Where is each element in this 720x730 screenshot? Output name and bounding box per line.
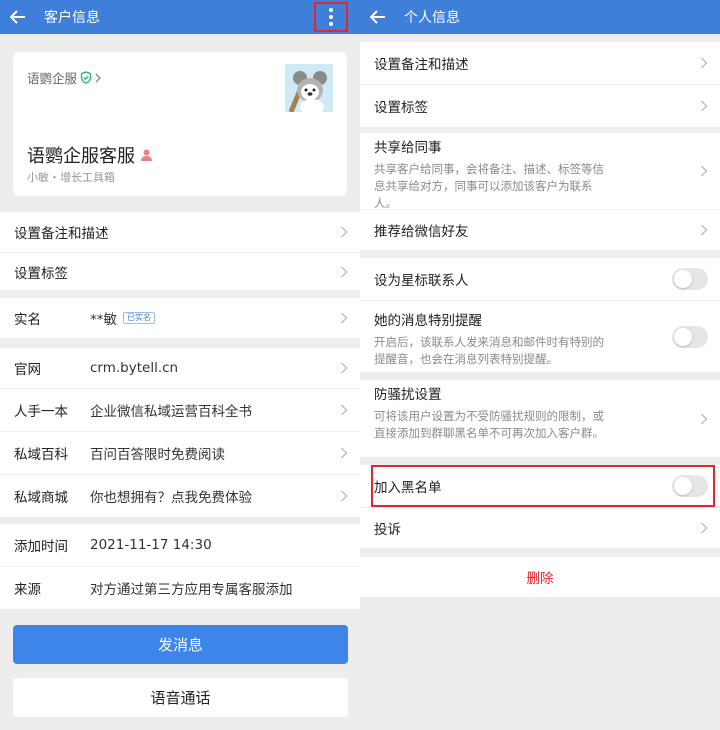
koala-avatar-icon xyxy=(285,64,333,112)
source-key: 来源 xyxy=(14,582,41,598)
realname-item[interactable]: 实名 **敏 已实名 xyxy=(0,298,360,338)
anti-harassment-desc: 可将该用户设置为不受防骚扰规则的限制，或直接添加到群聊黑名单不可再次加入客户群。 xyxy=(374,409,604,440)
star-contact-label: 设为星标联系人 xyxy=(374,273,469,289)
corp-link[interactable]: 语鹦企服 xyxy=(27,68,101,87)
chevron-right-icon xyxy=(701,413,708,424)
set-remark-item[interactable]: 设置备注和描述 xyxy=(360,42,720,84)
set-tags-label: 设置标签 xyxy=(374,100,428,116)
customer-name-text: 语鹦企服客服 xyxy=(27,146,135,167)
recommend-to-wechat-item[interactable]: 推荐给微信好友 xyxy=(360,210,720,250)
special-alert-desc: 开启后，该联系人发来消息和邮件时有特别的提醒音，也会在消息列表特别提醒。 xyxy=(374,335,604,366)
website-item[interactable]: 官网 crm.bytell.cn xyxy=(0,348,360,388)
website-value: crm.bytell.cn xyxy=(90,360,179,376)
set-remark-label: 设置备注和描述 xyxy=(374,57,469,73)
back-arrow-icon xyxy=(370,10,385,24)
customer-name: 语鹦企服客服 xyxy=(27,142,152,168)
back-arrow-icon xyxy=(10,10,25,24)
more-vertical-icon xyxy=(329,8,333,26)
source-item: 来源 对方通过第三方应用专属客服添加 xyxy=(0,567,360,609)
encyclopedia-key: 私域百科 xyxy=(14,447,68,463)
chevron-right-icon xyxy=(341,312,348,324)
customer-info-screen: 客户信息 语鹦企服 语鹦企服客服 小敏・增长工具箱 设置备注和描述 设置标签 实… xyxy=(0,0,360,730)
anti-harassment-label: 防骚扰设置 xyxy=(374,387,442,403)
added-time-item: 添加时间 2021-11-17 14:30 xyxy=(0,524,360,566)
anti-harassment-item[interactable]: 防骚扰设置 可将该用户设置为不受防骚扰规则的限制，或直接添加到群聊黑名单不可再次… xyxy=(360,380,720,457)
chevron-right-icon xyxy=(701,522,708,534)
set-tags-label: 设置标签 xyxy=(14,265,68,282)
delete-button[interactable]: 删除 xyxy=(360,557,720,597)
chevron-right-icon xyxy=(341,404,348,416)
chevron-right-icon xyxy=(341,490,348,502)
page-title: 客户信息 xyxy=(44,10,100,26)
handbook-item[interactable]: 人手一本 企业微信私域运营百科全书 xyxy=(0,389,360,431)
blacklist-highlight-box xyxy=(371,465,715,507)
chevron-right-icon xyxy=(701,224,708,236)
page-title: 个人信息 xyxy=(404,10,460,26)
set-remark-item[interactable]: 设置备注和描述 xyxy=(0,212,360,252)
top-bar: 个人信息 xyxy=(360,0,720,34)
encyclopedia-value: 百问百答限时免费阅读 xyxy=(90,447,225,463)
share-to-colleague-desc: 共享客户给同事，会将备注、描述、标签等信息共享给对方，同事可以添加该客户为联系人… xyxy=(374,162,604,210)
chevron-right-icon xyxy=(341,266,348,277)
chevron-right-icon xyxy=(341,226,348,238)
corp-name: 语鹦企服 xyxy=(27,71,78,86)
source-value: 对方通过第三方应用专属客服添加 xyxy=(90,582,293,598)
set-tags-item[interactable]: 设置标签 xyxy=(0,253,360,290)
voice-call-button[interactable]: 语音通话 xyxy=(13,678,348,717)
customer-subtitle: 小敏・增长工具箱 xyxy=(27,171,115,184)
share-to-colleague-label: 共享给同事 xyxy=(374,140,442,156)
added-time-value: 2021-11-17 14:30 xyxy=(90,537,212,553)
handbook-key: 人手一本 xyxy=(14,404,68,420)
mall-key: 私域商城 xyxy=(14,490,68,506)
verified-badge: 已实名 xyxy=(123,312,155,324)
star-contact-toggle[interactable] xyxy=(672,268,708,290)
more-menu-button[interactable] xyxy=(314,2,348,32)
realname-key: 实名 xyxy=(14,312,41,328)
realname-value: **敏 xyxy=(90,312,117,328)
mall-item[interactable]: 私域商城 你也想拥有？点我免费体验 xyxy=(0,475,360,517)
handbook-value: 企业微信私域运营百科全书 xyxy=(90,404,252,420)
chevron-right-icon xyxy=(95,73,101,82)
verified-shield-icon xyxy=(80,71,92,84)
special-alert-toggle[interactable] xyxy=(672,326,708,348)
set-tags-item[interactable]: 设置标签 xyxy=(360,85,720,127)
report-item[interactable]: 投诉 xyxy=(360,508,720,548)
person-icon xyxy=(141,149,152,161)
toggle-knob xyxy=(674,270,692,288)
chevron-right-icon xyxy=(341,362,348,374)
recommend-to-wechat-label: 推荐给微信好友 xyxy=(374,224,469,240)
mall-value: 你也想拥有？点我免费体验 xyxy=(90,490,252,506)
chevron-right-icon xyxy=(341,447,348,459)
share-to-colleague-item[interactable]: 共享给同事 共享客户给同事，会将备注、描述、标签等信息共享给对方，同事可以添加该… xyxy=(360,133,720,210)
top-bar: 客户信息 xyxy=(0,0,360,34)
toggle-knob xyxy=(674,328,692,346)
chevron-right-icon xyxy=(701,57,708,69)
report-label: 投诉 xyxy=(374,522,401,538)
personal-info-screen: 个人信息 设置备注和描述 设置标签 共享给同事 共享客户给同事，会将备注、描述、… xyxy=(360,0,720,730)
star-contact-item: 设为星标联系人 xyxy=(360,258,720,300)
send-message-button[interactable]: 发消息 xyxy=(13,625,348,664)
website-key: 官网 xyxy=(14,362,41,378)
chevron-right-icon xyxy=(701,165,708,177)
set-remark-label: 设置备注和描述 xyxy=(14,226,109,242)
chevron-right-icon xyxy=(701,100,708,112)
back-button[interactable] xyxy=(360,0,396,34)
special-alert-item: 她的消息特别提醒 开启后，该联系人发来消息和邮件时有特别的提醒音，也会在消息列表… xyxy=(360,301,720,372)
encyclopedia-item[interactable]: 私域百科 百问百答限时免费阅读 xyxy=(0,432,360,474)
customer-card[interactable]: 语鹦企服 语鹦企服客服 小敏・增长工具箱 xyxy=(13,52,347,196)
back-button[interactable] xyxy=(0,0,36,34)
avatar[interactable] xyxy=(285,64,333,112)
special-alert-label: 她的消息特别提醒 xyxy=(374,313,482,329)
added-time-key: 添加时间 xyxy=(14,539,68,555)
